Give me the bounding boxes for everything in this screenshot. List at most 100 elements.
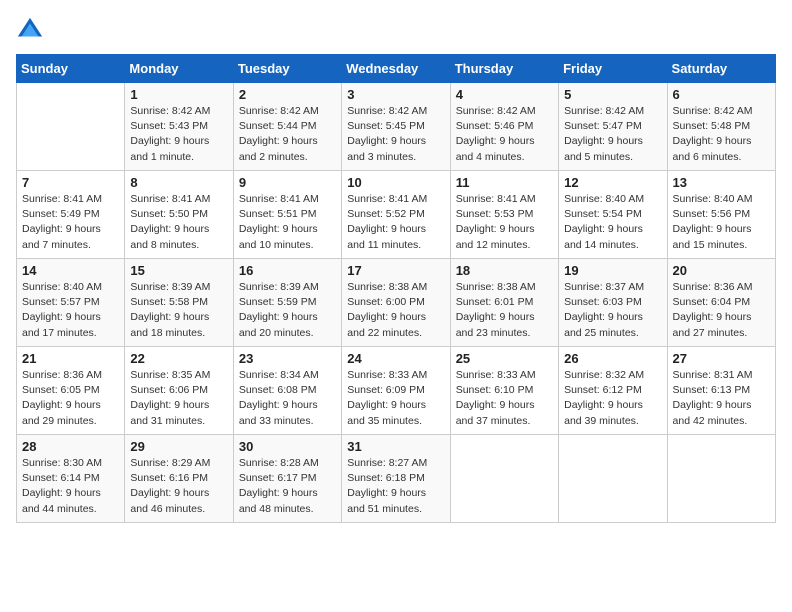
calendar-cell: 19Sunrise: 8:37 AM Sunset: 6:03 PM Dayli… — [559, 259, 667, 347]
calendar-cell: 3 Sunrise: 8:42 AM Sunset: 5:45 PM Daylig… — [342, 83, 450, 171]
calendar-cell: 30Sunrise: 8:28 AM Sunset: 6:17 PM Dayli… — [233, 435, 341, 523]
day-number: 18 — [456, 263, 553, 278]
calendar-header: SundayMondayTuesdayWednesdayThursdayFrid… — [17, 55, 776, 83]
day-info: Sunrise: 8:39 AM Sunset: 5:59 PM Dayligh… — [239, 280, 336, 341]
day-number: 10 — [347, 175, 444, 190]
calendar-cell: 11 Sunrise: 8:41 AM Sunset: 5:53 PM Dayli… — [450, 171, 558, 259]
calendar-cell: 5 Sunrise: 8:42 AM Sunset: 5:47 PM Daylig… — [559, 83, 667, 171]
day-number: 16 — [239, 263, 336, 278]
day-info: Sunrise: 8:27 AM Sunset: 6:18 PM Dayligh… — [347, 456, 444, 517]
day-info: Sunrise: 8:30 AM Sunset: 6:14 PM Dayligh… — [22, 456, 119, 517]
day-info: Sunrise: 8:42 AM Sunset: 5:44 PM Dayligh… — [239, 104, 336, 165]
day-info: Sunrise: 8:42 AM Sunset: 5:46 PM Dayligh… — [456, 104, 553, 165]
day-info: Sunrise: 8:40 AM Sunset: 5:54 PM Dayligh… — [564, 192, 661, 253]
day-number: 3 — [347, 87, 444, 102]
weekday-header-monday: Monday — [125, 55, 233, 83]
calendar-week-4: 21 Sunrise: 8:36 AM Sunset: 6:05 PM Dayli… — [17, 347, 776, 435]
day-info: Sunrise: 8:41 AM Sunset: 5:49 PM Dayligh… — [22, 192, 119, 253]
day-number: 14 — [22, 263, 119, 278]
calendar-week-1: 1Sunrise: 8:42 AM Sunset: 5:43 PM Daylig… — [17, 83, 776, 171]
day-info: Sunrise: 8:42 AM Sunset: 5:45 PM Dayligh… — [347, 104, 444, 165]
day-info: Sunrise: 8:41 AM Sunset: 5:53 PM Dayligh… — [456, 192, 553, 253]
calendar-cell: 6Sunrise: 8:42 AM Sunset: 5:48 PM Daylig… — [667, 83, 775, 171]
day-number: 22 — [130, 351, 227, 366]
calendar-week-2: 7 Sunrise: 8:41 AM Sunset: 5:49 PM Daylig… — [17, 171, 776, 259]
day-number: 25 — [456, 351, 553, 366]
day-number: 13 — [673, 175, 770, 190]
calendar-cell: 8 Sunrise: 8:41 AM Sunset: 5:50 PM Daylig… — [125, 171, 233, 259]
weekday-header-wednesday: Wednesday — [342, 55, 450, 83]
calendar-week-3: 14 Sunrise: 8:40 AM Sunset: 5:57 PM Dayli… — [17, 259, 776, 347]
day-number: 15 — [130, 263, 227, 278]
weekday-header-row: SundayMondayTuesdayWednesdayThursdayFrid… — [17, 55, 776, 83]
calendar-cell: 13 Sunrise: 8:40 AM Sunset: 5:56 PM Dayli… — [667, 171, 775, 259]
calendar-cell — [450, 435, 558, 523]
day-info: Sunrise: 8:38 AM Sunset: 6:00 PM Dayligh… — [347, 280, 444, 341]
calendar-cell: 1Sunrise: 8:42 AM Sunset: 5:43 PM Daylig… — [125, 83, 233, 171]
day-info: Sunrise: 8:38 AM Sunset: 6:01 PM Dayligh… — [456, 280, 553, 341]
calendar-cell: 9 Sunrise: 8:41 AM Sunset: 5:51 PM Daylig… — [233, 171, 341, 259]
calendar-cell: 7 Sunrise: 8:41 AM Sunset: 5:49 PM Daylig… — [17, 171, 125, 259]
day-number: 23 — [239, 351, 336, 366]
calendar-cell — [17, 83, 125, 171]
calendar-cell: 31Sunrise: 8:27 AM Sunset: 6:18 PM Dayli… — [342, 435, 450, 523]
day-info: Sunrise: 8:32 AM Sunset: 6:12 PM Dayligh… — [564, 368, 661, 429]
day-info: Sunrise: 8:41 AM Sunset: 5:52 PM Dayligh… — [347, 192, 444, 253]
day-info: Sunrise: 8:42 AM Sunset: 5:43 PM Dayligh… — [130, 104, 227, 165]
logo — [16, 16, 48, 44]
day-info: Sunrise: 8:34 AM Sunset: 6:08 PM Dayligh… — [239, 368, 336, 429]
calendar-cell: 25 Sunrise: 8:33 AM Sunset: 6:10 PM Dayli… — [450, 347, 558, 435]
day-info: Sunrise: 8:29 AM Sunset: 6:16 PM Dayligh… — [130, 456, 227, 517]
day-info: Sunrise: 8:36 AM Sunset: 6:05 PM Dayligh… — [22, 368, 119, 429]
day-info: Sunrise: 8:36 AM Sunset: 6:04 PM Dayligh… — [673, 280, 770, 341]
day-number: 7 — [22, 175, 119, 190]
calendar-cell: 23 Sunrise: 8:34 AM Sunset: 6:08 PM Dayli… — [233, 347, 341, 435]
calendar-cell: 17 Sunrise: 8:38 AM Sunset: 6:00 PM Dayli… — [342, 259, 450, 347]
calendar-cell: 21 Sunrise: 8:36 AM Sunset: 6:05 PM Dayli… — [17, 347, 125, 435]
weekday-header-friday: Friday — [559, 55, 667, 83]
calendar-cell: 15 Sunrise: 8:39 AM Sunset: 5:58 PM Dayli… — [125, 259, 233, 347]
calendar-body: 1Sunrise: 8:42 AM Sunset: 5:43 PM Daylig… — [17, 83, 776, 523]
day-info: Sunrise: 8:42 AM Sunset: 5:47 PM Dayligh… — [564, 104, 661, 165]
calendar-cell: 22 Sunrise: 8:35 AM Sunset: 6:06 PM Dayli… — [125, 347, 233, 435]
calendar-cell — [559, 435, 667, 523]
day-info: Sunrise: 8:41 AM Sunset: 5:51 PM Dayligh… — [239, 192, 336, 253]
calendar-cell: 24Sunrise: 8:33 AM Sunset: 6:09 PM Dayli… — [342, 347, 450, 435]
calendar-cell: 12 Sunrise: 8:40 AM Sunset: 5:54 PM Dayli… — [559, 171, 667, 259]
logo-icon — [16, 16, 44, 44]
day-number: 30 — [239, 439, 336, 454]
day-number: 24 — [347, 351, 444, 366]
calendar-cell: 10 Sunrise: 8:41 AM Sunset: 5:52 PM Dayli… — [342, 171, 450, 259]
calendar-table: SundayMondayTuesdayWednesdayThursdayFrid… — [16, 54, 776, 523]
day-number: 6 — [673, 87, 770, 102]
calendar-cell: 4Sunrise: 8:42 AM Sunset: 5:46 PM Daylig… — [450, 83, 558, 171]
weekday-header-sunday: Sunday — [17, 55, 125, 83]
day-info: Sunrise: 8:40 AM Sunset: 5:56 PM Dayligh… — [673, 192, 770, 253]
calendar-cell: 29 Sunrise: 8:29 AM Sunset: 6:16 PM Dayli… — [125, 435, 233, 523]
calendar-cell: 2 Sunrise: 8:42 AM Sunset: 5:44 PM Daylig… — [233, 83, 341, 171]
day-number: 2 — [239, 87, 336, 102]
day-info: Sunrise: 8:40 AM Sunset: 5:57 PM Dayligh… — [22, 280, 119, 341]
weekday-header-thursday: Thursday — [450, 55, 558, 83]
day-number: 5 — [564, 87, 661, 102]
calendar-cell: 27Sunrise: 8:31 AM Sunset: 6:13 PM Dayli… — [667, 347, 775, 435]
day-info: Sunrise: 8:35 AM Sunset: 6:06 PM Dayligh… — [130, 368, 227, 429]
day-number: 11 — [456, 175, 553, 190]
calendar-cell: 16 Sunrise: 8:39 AM Sunset: 5:59 PM Dayli… — [233, 259, 341, 347]
calendar-cell: 18 Sunrise: 8:38 AM Sunset: 6:01 PM Dayli… — [450, 259, 558, 347]
day-number: 9 — [239, 175, 336, 190]
day-number: 20 — [673, 263, 770, 278]
day-info: Sunrise: 8:41 AM Sunset: 5:50 PM Dayligh… — [130, 192, 227, 253]
calendar-cell: 14 Sunrise: 8:40 AM Sunset: 5:57 PM Dayli… — [17, 259, 125, 347]
page-header — [16, 16, 776, 44]
calendar-cell: 28Sunrise: 8:30 AM Sunset: 6:14 PM Dayli… — [17, 435, 125, 523]
day-number: 8 — [130, 175, 227, 190]
day-number: 21 — [22, 351, 119, 366]
day-info: Sunrise: 8:33 AM Sunset: 6:10 PM Dayligh… — [456, 368, 553, 429]
day-info: Sunrise: 8:39 AM Sunset: 5:58 PM Dayligh… — [130, 280, 227, 341]
day-number: 17 — [347, 263, 444, 278]
weekday-header-tuesday: Tuesday — [233, 55, 341, 83]
day-number: 12 — [564, 175, 661, 190]
calendar-week-5: 28Sunrise: 8:30 AM Sunset: 6:14 PM Dayli… — [17, 435, 776, 523]
day-number: 29 — [130, 439, 227, 454]
